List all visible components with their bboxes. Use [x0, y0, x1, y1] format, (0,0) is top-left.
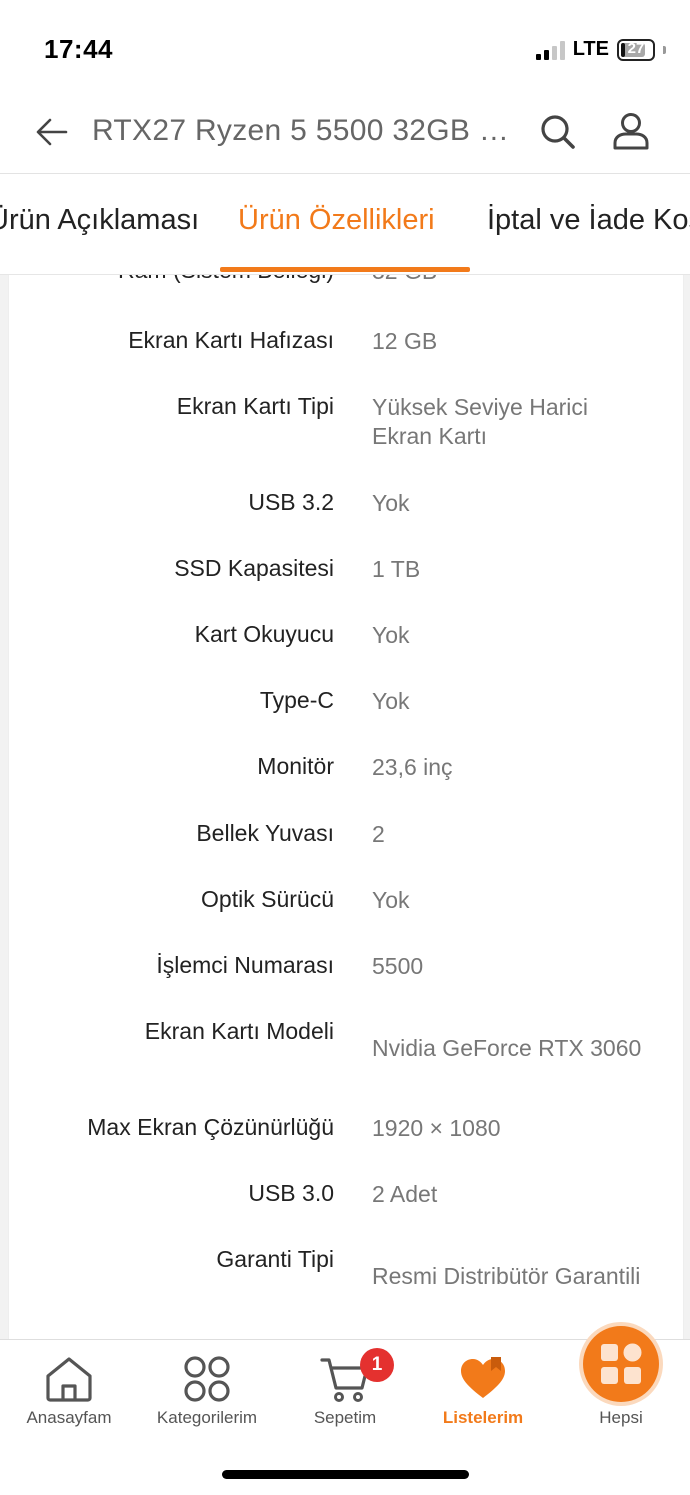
spec-value: 5500 [372, 953, 424, 979]
tab-cancel-return[interactable]: İptal ve İade Koşulları [487, 204, 690, 237]
spec-value: Yok [372, 490, 410, 516]
spec-label: Kart Okuyucu [194, 621, 334, 647]
back-button[interactable] [34, 114, 70, 150]
tab-product-description[interactable]: Ürün Açıklaması [0, 204, 199, 237]
spec-value: 32 GB [372, 275, 672, 286]
active-tab-indicator [220, 267, 470, 272]
nav-cart[interactable]: Sepetim [276, 1340, 414, 1440]
spec-label: Monitör [257, 753, 334, 779]
spec-value: Yok [372, 887, 410, 913]
nav-categories[interactable]: Kategorilerim [138, 1340, 276, 1440]
spec-label: Type-C [259, 687, 334, 713]
search-icon [541, 115, 575, 149]
spec-list[interactable]: Ram (Sistem Belleği) 32 GB Ekran Kartı H… [8, 275, 684, 1339]
spec-value: Resmi Distribütör Garantili [372, 1263, 641, 1289]
user-icon [613, 113, 649, 150]
spec-label: SSD Kapasitesi [174, 555, 334, 581]
spec-value: Yok [372, 622, 410, 648]
spec-label: İşlemci Numarası [156, 952, 334, 978]
status-time: 17:44 [44, 34, 113, 64]
spec-value: 23,6 inç [372, 754, 453, 780]
spec-value: 1920 × 1080 [372, 1115, 501, 1141]
spec-label: Ekran Kartı Hafızası [128, 327, 334, 353]
battery-tip [663, 45, 666, 54]
battery-level: 27 [627, 39, 645, 57]
home-icon [46, 1357, 92, 1402]
spec-label: Ekran Kartı Modeli [144, 1018, 334, 1044]
cart-count-badge: 1 [360, 1348, 394, 1382]
arrow-left-icon [36, 118, 68, 146]
home-indicator [222, 1470, 469, 1479]
nav-home[interactable]: Anasayfam [0, 1340, 138, 1440]
content-gutter-left [0, 275, 8, 1339]
spec-label: USB 3.2 [248, 489, 334, 515]
account-button[interactable] [610, 110, 652, 152]
spec-label: Optik Sürücü [201, 886, 334, 912]
network-type: LTE [572, 38, 609, 60]
nav-label: Kategorilerim [156, 1408, 258, 1427]
spec-value: Nvidia GeForce RTX 3060 [372, 1035, 642, 1061]
nav-label: Anasayfam [26, 1408, 112, 1427]
status-bar: 17:44 LTE 27 [0, 0, 690, 100]
signal-icon [535, 40, 565, 60]
spec-label: USB 3.0 [248, 1180, 334, 1206]
spec-label: Max Ekran Çözünürlüğü [87, 1114, 334, 1140]
tab-product-features[interactable]: Ürün Özellikleri [238, 204, 435, 237]
nav-label: Sepetim [313, 1408, 377, 1427]
spec-value: 12 GB [372, 328, 438, 354]
spec-value: Yok [372, 688, 410, 714]
heart-list-icon [461, 1357, 505, 1398]
spec-label: Bellek Yuvası [196, 820, 334, 846]
nav-label: Hepsi [599, 1408, 643, 1427]
product-tabs: Ürün Açıklaması Ürün Özellikleri İptal v… [0, 174, 690, 275]
spec-label: Ram (Sistem Belleği) [118, 275, 334, 284]
status-indicators: LTE 27 [535, 38, 666, 61]
battery-icon: 27 [617, 38, 655, 61]
categories-icon [184, 1356, 230, 1402]
nav-hepsi[interactable]: Hepsi [552, 1340, 690, 1440]
spec-value: Yüksek Seviye Harici Ekran Kartı [372, 394, 589, 449]
spec-value: 1 TB [372, 556, 421, 582]
page-title: RTX27 Ryzen 5 5500 32GB Ram 1TB SSD [92, 114, 522, 147]
spec-value: 2 [372, 821, 385, 847]
spec-value: 2 Adet [372, 1181, 438, 1207]
nav-label: Listelerim [442, 1408, 524, 1427]
spec-label: Ekran Kartı Tipi [176, 393, 334, 419]
spec-label: Garanti Tipi [216, 1246, 334, 1272]
nav-lists[interactable]: Listelerim [414, 1340, 552, 1440]
app-header: RTX27 Ryzen 5 5500 32GB Ram 1TB SSD [0, 100, 690, 174]
search-button[interactable] [538, 112, 578, 152]
